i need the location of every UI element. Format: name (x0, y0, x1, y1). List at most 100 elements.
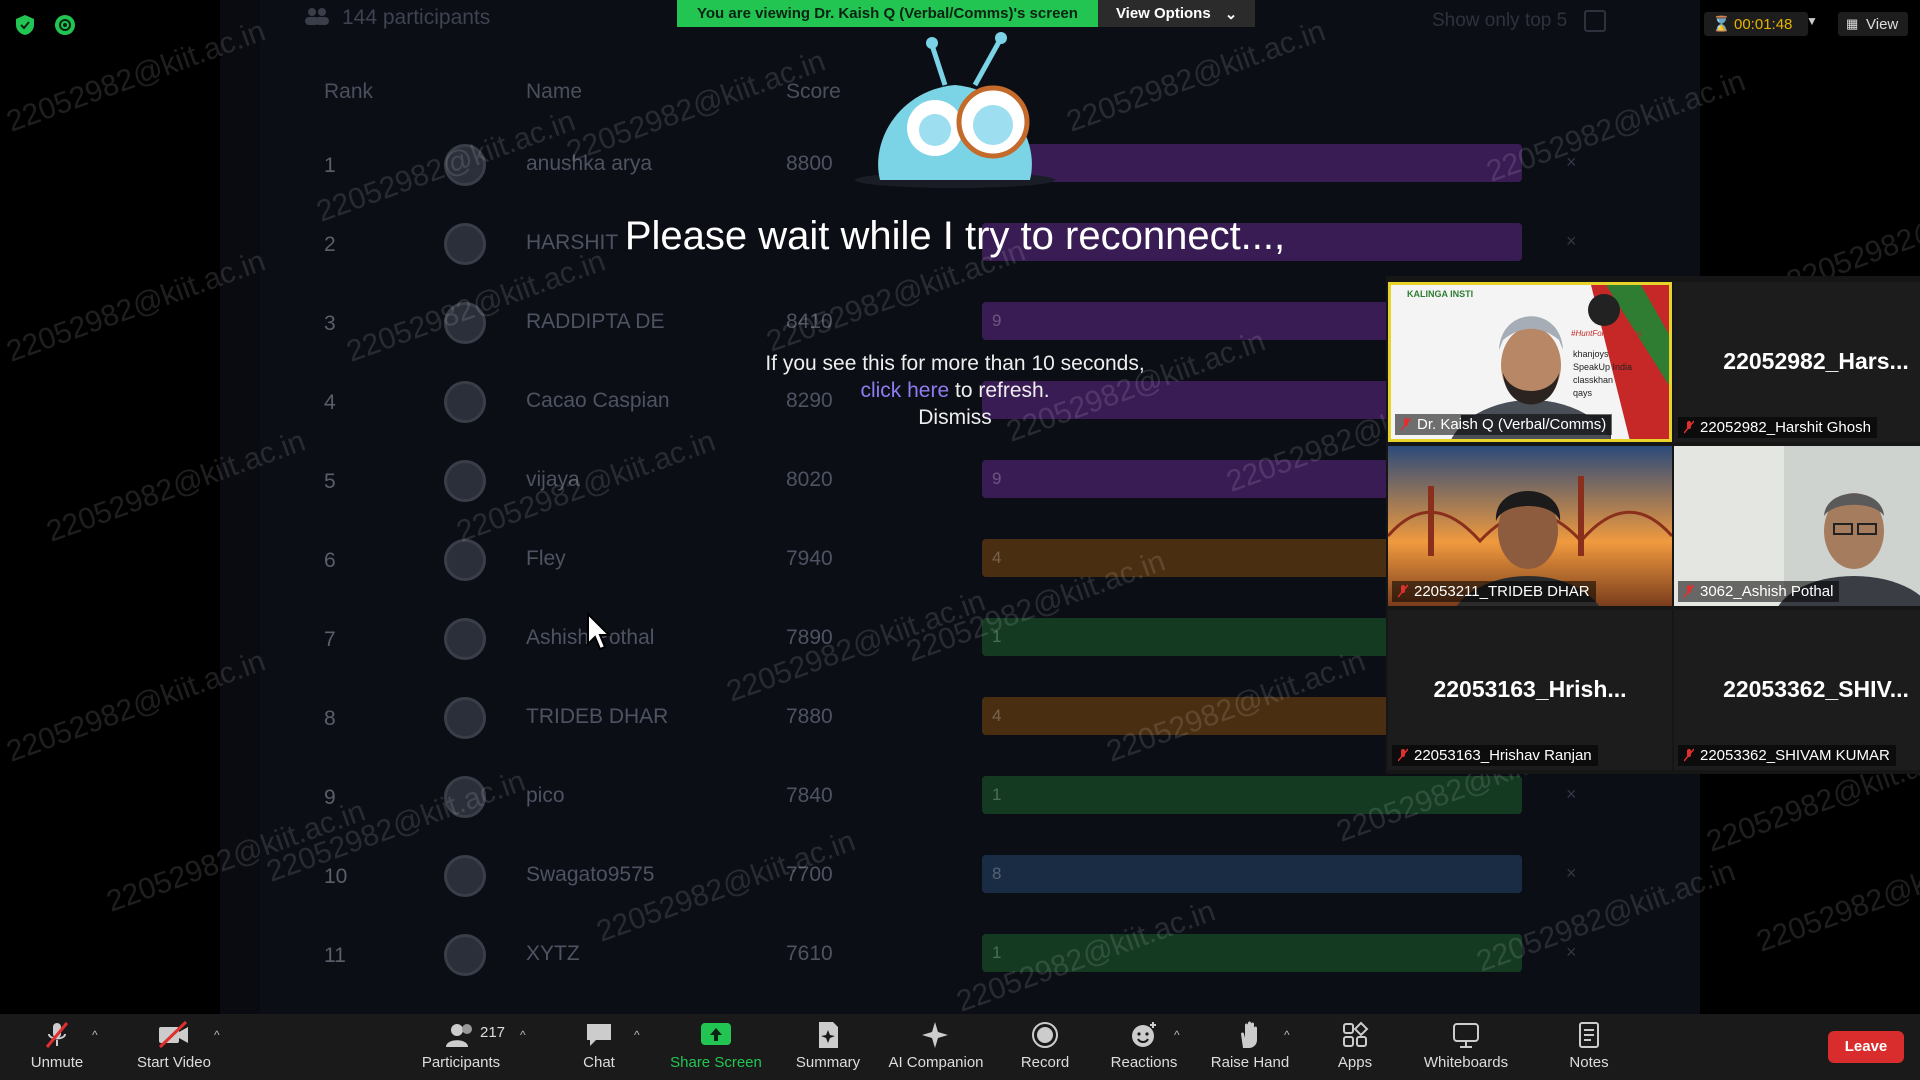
remove-icon: × (1566, 784, 1577, 804)
leaderboard-row: 11 XYTZ 7610 1 × (220, 926, 1700, 986)
avatar (444, 776, 486, 818)
security-shield-icon[interactable] (14, 14, 36, 36)
participant-name-large: 22053362_SHIV... (1723, 676, 1909, 702)
participant-tile[interactable]: 22053362_SHIV... 22053362_SHIVAM KUMAR (1674, 610, 1920, 770)
score-bar: 1 (982, 776, 1522, 814)
remove-icon: × (1566, 231, 1577, 251)
score-cell: 7700 (786, 863, 833, 886)
view-options-button[interactable]: View Options ⌄ (1097, 0, 1256, 27)
rank-cell: 8 (324, 707, 336, 730)
share-screen-label: Share Screen (670, 1054, 762, 1071)
leave-button[interactable]: Leave (1828, 1031, 1904, 1063)
apps-label: Apps (1337, 1054, 1373, 1071)
rank-cell: 7 (324, 628, 336, 651)
gallery-view: KALINGA INSTI #HuntForHappiness khanjoys Sp… (1386, 276, 1920, 774)
participant-name: 3062_Ashish Pothal (1700, 583, 1834, 600)
top5-checkbox[interactable] (1584, 10, 1606, 32)
notes-button[interactable]: Notes (1560, 1020, 1618, 1071)
score-cell: 7940 (786, 547, 833, 570)
participant-name: 22053163_Hrishav Ranjan (1414, 747, 1592, 764)
muted-mic-icon (45, 1022, 69, 1048)
viewing-label: You are viewing Dr. Kaish Q (Verbal/Comm… (677, 0, 1098, 27)
reconnect-title: Please wait while I try to reconnect..., (624, 214, 1286, 258)
timer-box[interactable]: ⌛ 00:01:48 (1704, 12, 1808, 36)
participants-icon (446, 1024, 472, 1047)
muted-mic-icon (1401, 417, 1411, 431)
rank-cell: 5 (324, 470, 336, 493)
score-cell: 8410 (786, 310, 833, 333)
start-video-button[interactable]: Start Video (130, 1020, 218, 1071)
participants-count-badge: 217 (480, 1024, 506, 1041)
rank-cell: 10 (324, 865, 348, 888)
ai-companion-button[interactable]: AI Companion (882, 1020, 990, 1071)
participant-tile[interactable]: 22052982_Hars... 22052982_Harshit Ghosh (1674, 282, 1920, 442)
ai-sparkle-icon (922, 1022, 948, 1048)
participant-label: 3062_Ashish Pothal (1678, 581, 1840, 602)
streak-value: 1 (992, 785, 1002, 804)
record-label: Record (1020, 1054, 1070, 1071)
streak-value: 1 (992, 627, 1002, 646)
start-video-label: Start Video (137, 1054, 211, 1071)
rank-cell: 2 (324, 233, 336, 256)
unmute-button[interactable]: Unmute (20, 1020, 94, 1071)
avatar (444, 618, 486, 660)
refresh-link[interactable]: click here (860, 379, 949, 402)
reactions-button[interactable]: Reactions (1104, 1020, 1184, 1071)
summary-button[interactable]: Summary (786, 1020, 870, 1071)
viewing-banner: You are viewing Dr. Kaish Q (Verbal/Comm… (677, 0, 1256, 27)
score-cell: 8020 (786, 468, 833, 491)
participant-tile[interactable]: 22053163_Hrish... 22053163_Hrishav Ranja… (1388, 610, 1672, 770)
raise-hand-button[interactable]: Raise Hand (1206, 1020, 1294, 1071)
leaderboard-row: 10 Swagato9575 7700 8 × (220, 847, 1700, 907)
score-cell: 8800 (786, 152, 833, 175)
view-button[interactable]: ▦ View (1838, 12, 1908, 36)
participant-tile[interactable]: 22053211_TRIDEB DHAR (1388, 446, 1672, 606)
record-button[interactable]: Record (1010, 1020, 1080, 1071)
rank-cell: 4 (324, 391, 336, 414)
rank-cell: 3 (324, 312, 336, 335)
participants-label: Participants (421, 1054, 501, 1071)
hourglass-icon: ⌛ (1712, 16, 1731, 33)
summary-label: Summary (795, 1054, 861, 1071)
dismiss-button[interactable]: Dismiss (700, 404, 1210, 431)
name-cell: vijaya (526, 468, 580, 491)
muted-mic-icon (1684, 748, 1694, 762)
participant-tile[interactable]: 3062_Ashish Pothal (1674, 446, 1920, 606)
top5-label: Show only top 5 (1432, 10, 1568, 31)
share-screen-button[interactable]: Share Screen (668, 1020, 764, 1071)
participant-label: 22052982_Harshit Ghosh (1678, 417, 1877, 438)
mouse-cursor-icon (586, 611, 612, 657)
timer-dropdown-icon[interactable]: ▼ (1806, 14, 1818, 28)
chat-button[interactable]: Chat (570, 1020, 628, 1071)
grid-icon: ▦ (1846, 16, 1859, 31)
reactions-caret-icon[interactable]: ^ (1174, 1028, 1180, 1042)
raise-hand-caret-icon[interactable]: ^ (1284, 1028, 1290, 1042)
score-bar (982, 144, 1522, 182)
notes-icon (1579, 1022, 1599, 1048)
avatar (444, 223, 486, 265)
slide-header: KALINGA INSTI (1407, 289, 1474, 299)
score-cell: 7840 (786, 784, 833, 807)
chevron-down-icon: ⌄ (1224, 5, 1238, 23)
participants-caret-icon[interactable]: ^ (520, 1028, 526, 1042)
score-header: Score (786, 80, 841, 103)
participant-label: Dr. Kaish Q (Verbal/Comms) (1395, 414, 1613, 435)
reconnect-hint: If you see this for more than 10 seconds… (700, 350, 1210, 431)
rank-cell: 6 (324, 549, 336, 572)
chat-caret-icon[interactable]: ^ (634, 1028, 640, 1042)
slide-social-text: qays (1573, 388, 1593, 398)
participants-icon (304, 6, 330, 26)
reactions-icon (1132, 1022, 1156, 1047)
score-cell: 7880 (786, 705, 833, 728)
refresh-text: to refresh. (949, 379, 1050, 402)
audio-options-caret-icon[interactable]: ^ (92, 1028, 98, 1042)
participant-name: 22053211_TRIDEB DHAR (1414, 583, 1590, 600)
connection-icon[interactable] (54, 14, 76, 36)
remove-icon: × (1566, 152, 1577, 172)
apps-button[interactable]: Apps (1326, 1020, 1384, 1071)
participant-label: 22053362_SHIVAM KUMAR (1678, 745, 1896, 766)
whiteboards-button[interactable]: Whiteboards (1414, 1020, 1518, 1071)
video-options-caret-icon[interactable]: ^ (214, 1028, 220, 1042)
avatar (444, 855, 486, 897)
participant-tile[interactable]: KALINGA INSTI #HuntForHappiness khanjoys Sp… (1388, 282, 1672, 442)
